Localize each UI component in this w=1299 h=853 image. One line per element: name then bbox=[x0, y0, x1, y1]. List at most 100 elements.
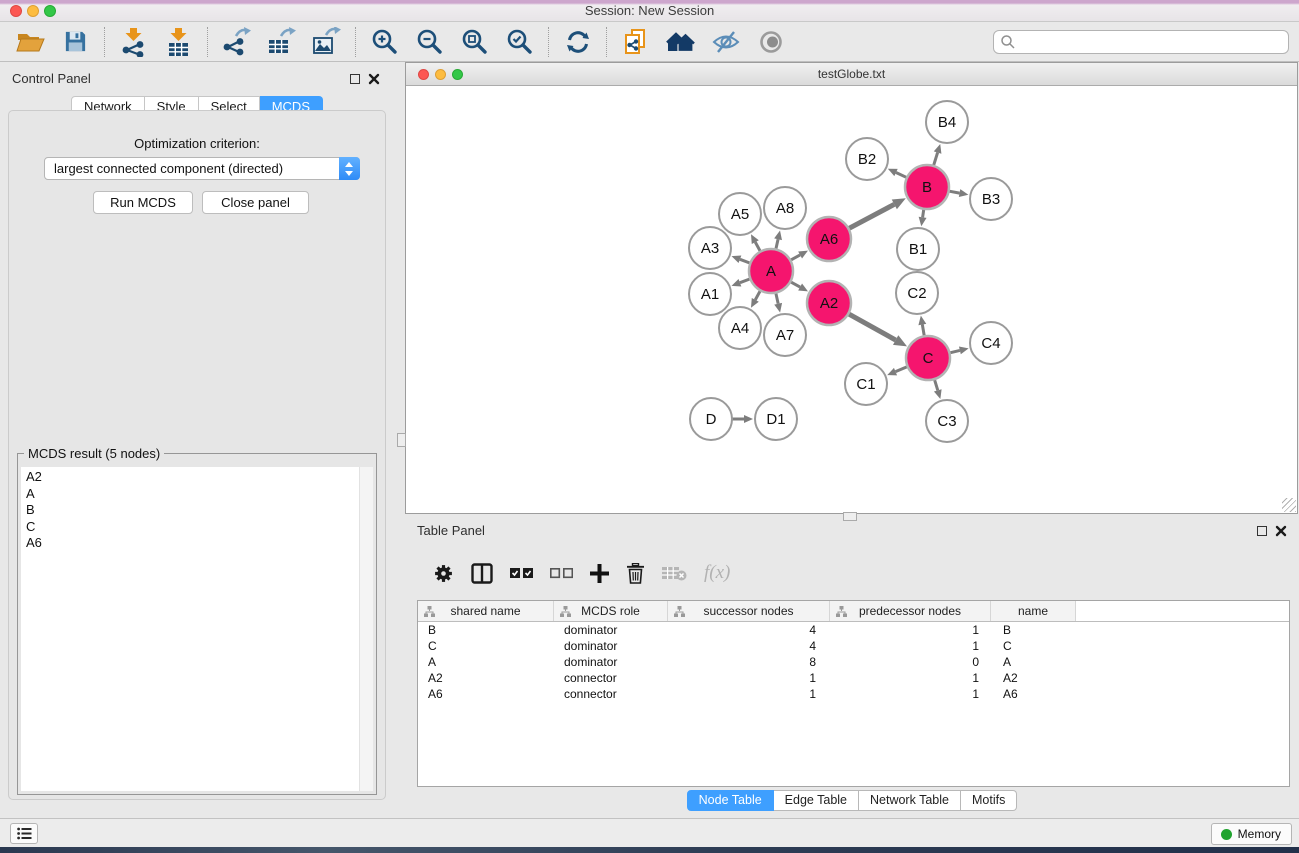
main-toolbar bbox=[0, 22, 1299, 62]
tab-edge-table[interactable]: Edge Table bbox=[774, 790, 859, 811]
mcds-result-list: A2 A B C A6 bbox=[21, 467, 373, 791]
import-table-icon[interactable] bbox=[156, 24, 201, 60]
split-column-icon[interactable] bbox=[471, 563, 493, 584]
svg-text:C4: C4 bbox=[981, 335, 1000, 352]
delete-column-icon[interactable] bbox=[626, 563, 645, 584]
svg-text:B2: B2 bbox=[858, 151, 876, 168]
svg-text:C2: C2 bbox=[907, 285, 926, 302]
criterion-value: largest connected component (directed) bbox=[54, 158, 283, 179]
table-panel-title: Table Panel bbox=[417, 523, 485, 538]
close-table-panel-icon[interactable] bbox=[1275, 525, 1287, 537]
dropdown-stepper-icon bbox=[339, 157, 360, 180]
result-item[interactable]: C bbox=[21, 519, 373, 536]
zoom-fit-icon[interactable] bbox=[452, 24, 497, 60]
column-header-mcds-role[interactable]: MCDS role bbox=[554, 601, 668, 621]
table-row[interactable]: Cdominator41C bbox=[418, 638, 1289, 654]
close-panel-icon[interactable] bbox=[368, 73, 380, 85]
select-all-icon[interactable] bbox=[510, 567, 533, 579]
memory-status-icon bbox=[1221, 829, 1232, 840]
column-header-successor-nodes[interactable]: successor nodes bbox=[668, 601, 830, 621]
import-network-icon[interactable] bbox=[111, 24, 156, 60]
svg-text:D1: D1 bbox=[766, 411, 785, 428]
search-box bbox=[993, 30, 1289, 54]
tab-network-table[interactable]: Network Table bbox=[859, 790, 961, 811]
attribute-type-icon bbox=[424, 606, 435, 617]
svg-text:A1: A1 bbox=[701, 286, 719, 303]
attribute-type-icon bbox=[836, 606, 847, 617]
result-scrollbar[interactable] bbox=[359, 467, 373, 791]
table-row[interactable]: Adominator80A bbox=[418, 654, 1289, 670]
zoom-out-icon[interactable] bbox=[407, 24, 452, 60]
add-column-icon[interactable] bbox=[590, 564, 609, 583]
column-header-predecessor-nodes[interactable]: predecessor nodes bbox=[830, 601, 991, 621]
memory-button[interactable]: Memory bbox=[1211, 823, 1292, 845]
vertical-scrollbar-thumb[interactable] bbox=[397, 433, 406, 447]
svg-text:A: A bbox=[766, 263, 776, 280]
open-session-icon[interactable] bbox=[8, 24, 53, 60]
function-builder-icon[interactable]: f(x) bbox=[704, 562, 730, 584]
svg-text:C3: C3 bbox=[937, 413, 956, 430]
svg-text:A3: A3 bbox=[701, 240, 719, 257]
run-mcds-button[interactable]: Run MCDS bbox=[93, 191, 193, 214]
column-header-name[interactable]: name bbox=[991, 601, 1076, 621]
export-image-icon[interactable] bbox=[304, 24, 349, 60]
result-item[interactable]: A2 bbox=[21, 467, 373, 486]
table-tabs: Node Table Edge Table Network Table Moti… bbox=[405, 790, 1299, 811]
mcds-result-box: MCDS result (5 nodes) A2 A B C A6 bbox=[17, 453, 377, 795]
criterion-dropdown[interactable]: largest connected component (directed) bbox=[44, 157, 360, 180]
app-window: Session: New Session bbox=[0, 0, 1299, 853]
search-input[interactable] bbox=[1016, 32, 1288, 52]
home-icon[interactable] bbox=[658, 24, 703, 60]
export-network-icon[interactable] bbox=[214, 24, 259, 60]
memory-label: Memory bbox=[1238, 827, 1281, 841]
list-icon bbox=[17, 827, 32, 840]
gear-icon[interactable] bbox=[433, 563, 454, 584]
window-title: Session: New Session bbox=[0, 0, 1299, 22]
hide-graphics-details-icon[interactable] bbox=[703, 24, 748, 60]
refresh-icon[interactable] bbox=[555, 24, 600, 60]
optimization-criterion-label: Optimization criterion: bbox=[9, 136, 385, 151]
float-table-panel-icon[interactable] bbox=[1257, 526, 1267, 536]
result-item[interactable]: A6 bbox=[21, 535, 373, 552]
search-icon bbox=[1000, 34, 1016, 50]
tab-node-table[interactable]: Node Table bbox=[687, 790, 774, 811]
show-graphics-details-icon[interactable] bbox=[748, 24, 793, 60]
table-panel: Table Panel f(x) bbox=[405, 518, 1299, 814]
svg-text:A8: A8 bbox=[776, 200, 794, 217]
svg-text:B3: B3 bbox=[982, 191, 1000, 208]
table-row[interactable]: A6connector11A6 bbox=[418, 686, 1289, 702]
svg-text:B: B bbox=[922, 179, 932, 196]
delete-table-icon[interactable] bbox=[662, 565, 687, 581]
result-item[interactable]: A bbox=[21, 486, 373, 503]
clone-network-icon[interactable] bbox=[613, 24, 658, 60]
float-panel-icon[interactable] bbox=[350, 74, 360, 84]
table-row[interactable]: Bdominator41B bbox=[418, 622, 1289, 638]
network-graph[interactable]: B4B2BB3A8A5A6A3B1AC2A1A2A4A7C4CC1C3DD1 bbox=[406, 87, 1297, 513]
svg-text:A4: A4 bbox=[731, 320, 749, 337]
tab-motifs[interactable]: Motifs bbox=[961, 790, 1017, 811]
toolbar-separator bbox=[606, 27, 607, 57]
network-canvas[interactable]: B4B2BB3A8A5A6A3B1AC2A1A2A4A7C4CC1C3DD1 bbox=[406, 87, 1297, 512]
table-toolbar: f(x) bbox=[413, 554, 730, 592]
control-panel-title: Control Panel bbox=[12, 71, 91, 86]
attribute-type-icon bbox=[674, 606, 685, 617]
zoom-in-icon[interactable] bbox=[362, 24, 407, 60]
status-bar: Memory bbox=[0, 818, 1299, 847]
svg-text:A2: A2 bbox=[820, 295, 838, 312]
export-table-icon[interactable] bbox=[259, 24, 304, 60]
task-history-button[interactable] bbox=[10, 823, 38, 844]
toolbar-separator bbox=[548, 27, 549, 57]
deselect-all-icon[interactable] bbox=[550, 567, 573, 579]
column-header-shared-name[interactable]: shared name bbox=[418, 601, 554, 621]
svg-text:B1: B1 bbox=[909, 241, 927, 258]
svg-text:A5: A5 bbox=[731, 206, 749, 223]
resize-grip[interactable] bbox=[1282, 498, 1296, 512]
result-item[interactable]: B bbox=[21, 502, 373, 519]
save-session-icon[interactable] bbox=[53, 24, 98, 60]
table-row[interactable]: A2connector11A2 bbox=[418, 670, 1289, 686]
network-window-titlebar: testGlobe.txt bbox=[406, 63, 1297, 86]
toolbar-separator bbox=[355, 27, 356, 57]
zoom-selected-icon[interactable] bbox=[497, 24, 542, 60]
close-panel-button[interactable]: Close panel bbox=[202, 191, 309, 214]
control-panel: Control Panel Network Style Select MCDS … bbox=[4, 66, 390, 806]
